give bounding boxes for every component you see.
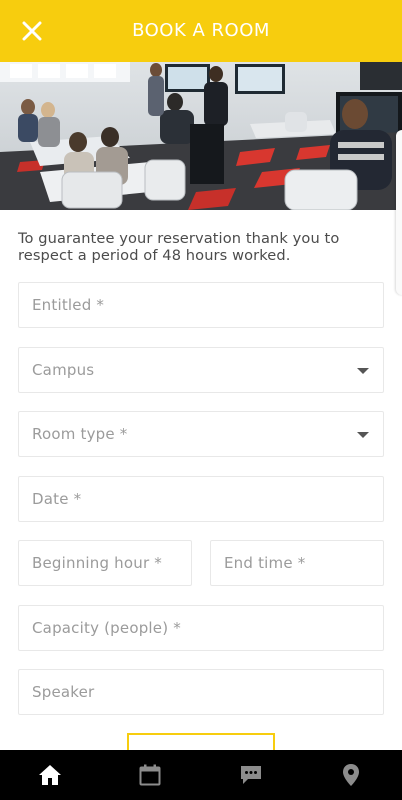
tab-home[interactable] xyxy=(37,762,63,788)
tab-messages[interactable] xyxy=(238,762,264,788)
scroll-handle[interactable] xyxy=(396,130,402,295)
tab-calendar[interactable] xyxy=(137,762,163,788)
chevron-down-icon xyxy=(357,368,369,374)
end-time-field[interactable]: End time * xyxy=(210,540,384,586)
room-type-select[interactable]: Room type * xyxy=(18,411,384,457)
tab-location[interactable] xyxy=(338,762,364,788)
date-placeholder: Date * xyxy=(32,490,82,508)
beginning-hour-field[interactable]: Beginning hour * xyxy=(18,540,192,586)
location-pin-icon xyxy=(343,764,359,786)
chat-icon xyxy=(241,766,261,784)
capacity-field[interactable]: Capacity (people) * xyxy=(18,605,384,651)
room-type-placeholder: Room type * xyxy=(32,425,128,443)
speaker-placeholder: Speaker xyxy=(32,683,95,701)
calendar-icon xyxy=(139,764,161,786)
page-title: BOOK A ROOM xyxy=(132,20,270,41)
date-field[interactable]: Date * xyxy=(18,476,384,522)
header-bar: BOOK A ROOM xyxy=(0,0,402,62)
end-time-placeholder: End time * xyxy=(224,554,306,572)
beginning-hour-placeholder: Beginning hour * xyxy=(32,554,163,572)
home-icon xyxy=(39,765,61,785)
entitled-field[interactable]: Entitled * xyxy=(18,282,384,328)
campus-select[interactable]: Campus xyxy=(18,347,384,393)
classroom-photo xyxy=(0,62,402,210)
chevron-down-icon xyxy=(357,432,369,438)
campus-placeholder: Campus xyxy=(32,361,95,379)
capacity-placeholder: Capacity (people) * xyxy=(32,619,181,637)
entitled-placeholder: Entitled * xyxy=(32,296,105,314)
reservation-notice: To guarantee your reservation thank you … xyxy=(18,230,340,264)
speaker-field[interactable]: Speaker xyxy=(18,669,384,715)
bottom-tab-bar xyxy=(0,750,402,800)
